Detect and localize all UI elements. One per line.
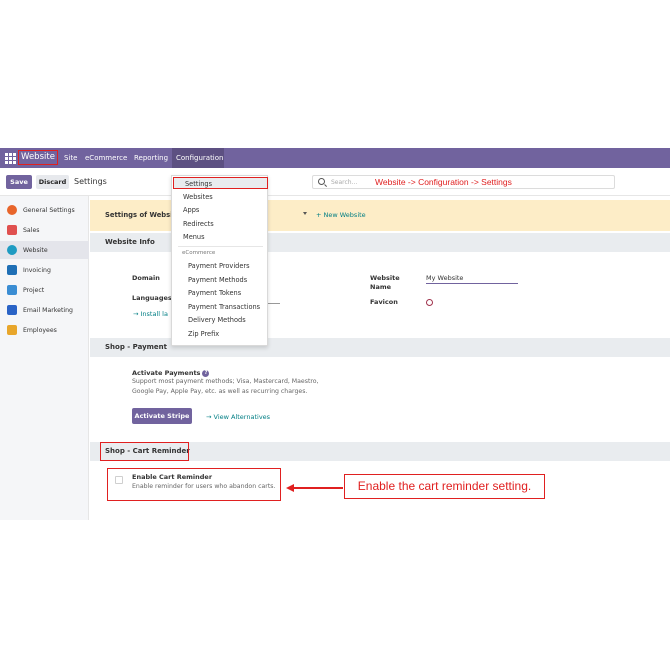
sidebar-item-general-settings[interactable]: General Settings bbox=[0, 201, 89, 219]
discard-button[interactable]: Discard bbox=[36, 175, 69, 189]
app-window: Website Site eCommerce Reporting Configu… bbox=[0, 148, 670, 520]
nav-menu-reporting[interactable]: Reporting bbox=[134, 154, 168, 162]
favicon-image[interactable] bbox=[426, 299, 433, 306]
sidebar-item-website[interactable]: Website bbox=[0, 241, 89, 259]
favicon-label: Favicon bbox=[370, 298, 398, 306]
people-icon bbox=[7, 325, 17, 335]
install-languages-link[interactable]: → Install la bbox=[133, 310, 168, 318]
menu-item-apps[interactable]: Apps bbox=[172, 204, 267, 216]
settings-sidebar: General Settings Sales Website Invoicing… bbox=[0, 196, 89, 520]
save-button[interactable]: Save bbox=[6, 175, 32, 189]
sidebar-item-project[interactable]: Project bbox=[0, 281, 89, 299]
paper-plane-icon bbox=[7, 305, 17, 315]
sidebar-item-sales[interactable]: Sales bbox=[0, 221, 89, 239]
menu-item-payment-providers[interactable]: Payment Providers bbox=[172, 260, 267, 272]
menu-item-menus[interactable]: Menus bbox=[172, 231, 267, 243]
menu-divider bbox=[178, 246, 263, 247]
menu-item-redirects[interactable]: Redirects bbox=[172, 218, 267, 230]
search-icon bbox=[318, 178, 325, 185]
help-icon[interactable]: ? bbox=[202, 369, 210, 377]
settings-of-website-label: Settings of Website bbox=[105, 211, 181, 219]
website-name-input[interactable]: My Website bbox=[426, 274, 518, 284]
new-website-link[interactable]: + New Website bbox=[316, 211, 366, 219]
payments-description-line-1: Support most payment methods; Visa, Mast… bbox=[132, 378, 319, 385]
nav-menu-configuration[interactable]: Configuration bbox=[172, 148, 224, 168]
breadcrumb: Settings bbox=[74, 177, 107, 186]
check-icon bbox=[7, 285, 17, 295]
cart-reminder-annotation: Enable the cart reminder setting. bbox=[344, 474, 545, 499]
domain-label: Domain bbox=[132, 274, 160, 282]
view-alternatives-link[interactable]: → View Alternatives bbox=[206, 413, 270, 421]
menu-item-settings[interactable]: Settings bbox=[173, 177, 268, 189]
sidebar-item-email-marketing[interactable]: Email Marketing bbox=[0, 301, 89, 319]
menu-item-delivery-methods[interactable]: Delivery Methods bbox=[172, 314, 267, 326]
settings-gear-icon bbox=[7, 205, 17, 215]
activate-stripe-button[interactable]: Activate Stripe bbox=[132, 408, 192, 424]
menu-item-payment-tokens[interactable]: Payment Tokens bbox=[172, 287, 267, 299]
cart-reminder-description: Enable reminder for users who abandon ca… bbox=[132, 483, 276, 490]
search-placeholder: Search... bbox=[331, 179, 358, 186]
cart-reminder-label: Enable Cart Reminder bbox=[132, 473, 213, 481]
annotation-arrow-line bbox=[293, 487, 343, 489]
top-navbar: Website Site eCommerce Reporting Configu… bbox=[0, 148, 670, 168]
navigation-annotation: Website -> Configuration -> Settings bbox=[375, 177, 512, 187]
app-brand-website[interactable]: Website bbox=[18, 150, 58, 165]
nav-menu-site[interactable]: Site bbox=[64, 154, 77, 162]
payments-description-line-2: Google Pay, Apple Pay, etc. as well as r… bbox=[132, 388, 308, 395]
languages-select[interactable] bbox=[268, 294, 280, 304]
invoice-icon bbox=[7, 265, 17, 275]
globe-icon bbox=[7, 245, 17, 255]
menu-item-zip-prefix[interactable]: Zip Prefix bbox=[172, 328, 267, 340]
menu-item-payment-transactions[interactable]: Payment Transactions bbox=[172, 301, 267, 313]
cart-reminder-highlight bbox=[100, 442, 189, 461]
sales-chart-icon bbox=[7, 225, 17, 235]
menu-item-payment-methods[interactable]: Payment Methods bbox=[172, 274, 267, 286]
menu-item-websites[interactable]: Websites bbox=[172, 191, 267, 203]
nav-menu-ecommerce[interactable]: eCommerce bbox=[85, 154, 127, 162]
grid-apps-icon[interactable] bbox=[5, 153, 16, 164]
control-panel: Save Discard Settings Search... Website … bbox=[0, 168, 670, 196]
sidebar-item-invoicing[interactable]: Invoicing bbox=[0, 261, 89, 279]
chevron-down-icon[interactable] bbox=[303, 212, 307, 215]
website-name-label: Website Name bbox=[370, 274, 400, 291]
search-input[interactable]: Search... Website -> Configuration -> Se… bbox=[312, 175, 615, 189]
menu-group-ecommerce: eCommerce bbox=[182, 250, 216, 256]
languages-label: Languages bbox=[132, 294, 172, 302]
configuration-dropdown: Settings Websites Apps Redirects Menus e… bbox=[171, 175, 268, 346]
sidebar-item-employees[interactable]: Employees bbox=[0, 321, 89, 339]
